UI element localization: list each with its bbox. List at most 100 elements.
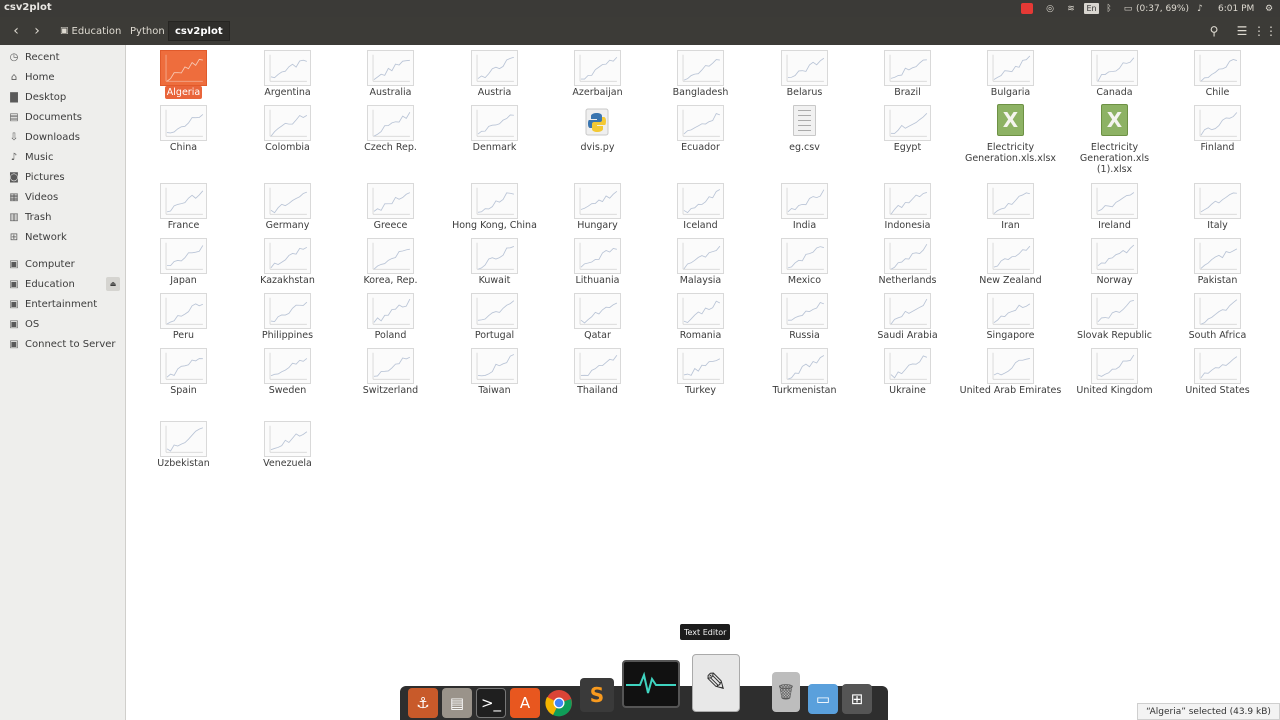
file-item[interactable]: Ukraine bbox=[856, 343, 959, 409]
breadcrumb-python[interactable]: Python bbox=[124, 21, 171, 41]
sidebar-item-os[interactable]: ▣ OS bbox=[0, 314, 126, 334]
volume-icon[interactable]: ♪ bbox=[1193, 2, 1207, 15]
file-item[interactable]: dvis.py bbox=[546, 100, 649, 166]
wifi-icon[interactable]: ≋ bbox=[1063, 2, 1079, 15]
file-name: Colombia bbox=[265, 142, 310, 153]
sidebar-item-label: Recent bbox=[25, 51, 60, 63]
list-icon: ☰ bbox=[1236, 24, 1248, 38]
system-monitor-icon[interactable] bbox=[622, 660, 680, 708]
list-view-button[interactable]: ☰ bbox=[1231, 21, 1253, 41]
terminal-icon[interactable]: >_ bbox=[476, 688, 506, 718]
file-item[interactable]: X Electricity Generation.xls (1).xlsx bbox=[1063, 100, 1166, 175]
sublime-text-icon[interactable]: S bbox=[580, 678, 614, 712]
file-name: Australia bbox=[369, 87, 412, 98]
forward-button[interactable]: › bbox=[27, 21, 47, 41]
sidebar-item-pictures[interactable]: ◙ Pictures bbox=[0, 167, 126, 187]
file-item[interactable]: United Kingdom bbox=[1063, 343, 1166, 409]
sync-icon[interactable]: ◎ bbox=[1043, 2, 1057, 15]
music-icon: ♪ bbox=[10, 151, 18, 163]
file-item[interactable]: China bbox=[132, 100, 235, 166]
file-name: Slovak Republic bbox=[1076, 330, 1153, 341]
plot-thumbnail-icon bbox=[160, 105, 207, 141]
sidebar-item-music[interactable]: ♪ Music bbox=[0, 147, 126, 167]
plot-thumbnail-icon bbox=[987, 183, 1034, 219]
record-indicator-icon[interactable] bbox=[1021, 3, 1033, 14]
file-item[interactable]: Finland bbox=[1166, 100, 1269, 166]
file-item[interactable]: Turkmenistan bbox=[753, 343, 856, 409]
plot-thumbnail-icon bbox=[1194, 50, 1241, 86]
plot-thumbnail-icon bbox=[574, 293, 621, 329]
sidebar-item-label: Trash bbox=[25, 211, 52, 223]
file-item[interactable]: United Arab Emirates bbox=[959, 343, 1062, 409]
sidebar-item-computer[interactable]: ▣ Computer bbox=[0, 254, 126, 274]
sidebar-item-documents[interactable]: ▤ Documents bbox=[0, 107, 126, 127]
plot-thumbnail-icon bbox=[781, 293, 828, 329]
file-item[interactable]: Czech Rep. bbox=[339, 100, 442, 166]
file-item[interactable]: Switzerland bbox=[339, 343, 442, 409]
plot-thumbnail-icon bbox=[677, 348, 724, 384]
breadcrumb-education[interactable]: ▣ Education bbox=[54, 21, 127, 41]
sidebar-item-videos[interactable]: ▦ Videos bbox=[0, 187, 126, 207]
sidebar-item-entertainment[interactable]: ▣ Entertainment bbox=[0, 294, 126, 314]
file-item[interactable]: United States bbox=[1166, 343, 1269, 409]
breadcrumb-label: csv2plot bbox=[175, 25, 223, 37]
breadcrumb-csv2plot[interactable]: csv2plot bbox=[168, 21, 230, 41]
dock: ⚓ ▤ >_ A S ✎ 🗑 ▭ ⊞ bbox=[400, 654, 888, 720]
software-center-icon[interactable]: A bbox=[510, 688, 540, 718]
back-button[interactable]: ‹ bbox=[6, 21, 26, 41]
file-item[interactable]: Ecuador bbox=[649, 100, 752, 166]
workspace-switcher-icon[interactable]: ⊞ bbox=[842, 684, 872, 714]
anchor-icon[interactable]: ⚓ bbox=[408, 688, 438, 718]
sidebar-item-education[interactable]: ▣ Education ⏏ bbox=[0, 274, 126, 294]
plot-thumbnail-icon bbox=[884, 183, 931, 219]
file-name: India bbox=[792, 220, 817, 231]
text-editor-icon[interactable]: ✎ bbox=[692, 654, 740, 712]
file-item[interactable]: X Electricity Generation.xls.xlsx bbox=[959, 100, 1062, 166]
file-item[interactable]: Uzbekistan bbox=[132, 416, 235, 482]
trash-icon[interactable]: 🗑 bbox=[772, 672, 800, 712]
file-item[interactable]: Egypt bbox=[856, 100, 959, 166]
file-item[interactable]: Denmark bbox=[443, 100, 546, 166]
battery-status[interactable]: (0:37, 69%) bbox=[1136, 2, 1189, 15]
file-name: Ukraine bbox=[889, 385, 926, 396]
file-name: Finland bbox=[1200, 142, 1235, 153]
plot-thumbnail-icon bbox=[781, 50, 828, 86]
file-manager-icon[interactable]: ▤ bbox=[442, 688, 472, 718]
gear-icon[interactable]: ⚙ bbox=[1262, 2, 1276, 15]
drive-icon: ▣ bbox=[9, 278, 19, 290]
keyboard-layout-indicator[interactable]: En bbox=[1084, 3, 1099, 14]
sidebar-item-trash[interactable]: ▥ Trash bbox=[0, 207, 126, 227]
sidebar-item-network[interactable]: ⊞ Network bbox=[0, 227, 126, 247]
file-item[interactable]: Taiwan bbox=[443, 343, 546, 409]
file-item[interactable]: Colombia bbox=[236, 100, 339, 166]
sidebar-item-downloads[interactable]: ⇩ Downloads bbox=[0, 127, 126, 147]
sidebar-item-recent[interactable]: ◷ Recent bbox=[0, 47, 126, 67]
file-item[interactable]: Venezuela bbox=[236, 416, 339, 482]
sidebar-item-desktop[interactable]: ▇ Desktop bbox=[0, 87, 126, 107]
chrome-icon[interactable] bbox=[544, 688, 574, 718]
bluetooth-icon[interactable]: ᛒ bbox=[1103, 2, 1115, 15]
file-item[interactable]: Turkey bbox=[649, 343, 752, 409]
file-name: Spain bbox=[170, 385, 197, 396]
file-name: Mexico bbox=[787, 275, 822, 286]
plot-thumbnail-icon bbox=[987, 50, 1034, 86]
file-item[interactable]: Thailand bbox=[546, 343, 649, 409]
search-button[interactable]: ⚲ bbox=[1203, 21, 1225, 41]
sidebar-item-label: Pictures bbox=[25, 171, 65, 183]
plot-thumbnail-icon bbox=[1091, 183, 1138, 219]
file-name: Romania bbox=[679, 330, 722, 341]
file-item[interactable]: Spain bbox=[132, 343, 235, 409]
sidebar-item-label: Network bbox=[25, 231, 67, 243]
clock[interactable]: 6:01 PM bbox=[1218, 2, 1254, 15]
search-icon: ⚲ bbox=[1209, 24, 1219, 38]
sidebar-item-connect-to-server[interactable]: ▣ Connect to Server bbox=[0, 334, 126, 354]
grid-view-button[interactable]: ⋮⋮ bbox=[1253, 21, 1277, 41]
desktop-icon[interactable]: ▭ bbox=[808, 684, 838, 714]
eject-icon[interactable]: ⏏ bbox=[106, 277, 120, 291]
sidebar-item-home[interactable]: ⌂ Home bbox=[0, 67, 126, 87]
file-item[interactable]: eg.csv bbox=[753, 100, 856, 166]
plot-thumbnail-icon bbox=[264, 105, 311, 141]
battery-icon[interactable]: ▭ bbox=[1121, 2, 1135, 15]
file-item[interactable]: Sweden bbox=[236, 343, 339, 409]
file-name: Hong Kong, China bbox=[452, 220, 537, 231]
